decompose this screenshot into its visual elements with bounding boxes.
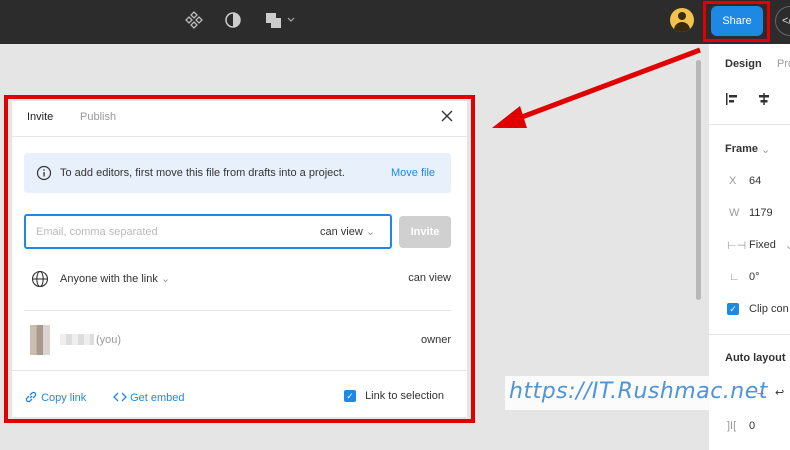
invite-permission-select[interactable]: can view ⌄ xyxy=(320,225,375,238)
link-to-selection-label: Link to selection xyxy=(365,390,444,402)
tab-publish[interactable]: Publish xyxy=(80,111,116,123)
spacing-icon: ]I[ xyxy=(727,420,737,432)
contrast-icon[interactable] xyxy=(223,10,243,35)
rotation-value[interactable]: 0° xyxy=(749,271,760,283)
watermark-text: https://IT.Rushmac.net xyxy=(509,379,768,404)
frame-label[interactable]: Frame xyxy=(725,143,758,155)
w-label: W xyxy=(729,207,740,219)
align-left-icon[interactable] xyxy=(725,92,739,109)
link-icon xyxy=(24,391,41,404)
panel-divider xyxy=(709,124,790,125)
link-to-selection-toggle[interactable]: ✓ Link to selection xyxy=(344,390,444,403)
chevron-down-icon[interactable]: ⌄ xyxy=(761,143,770,156)
info-text: To add editors, first move this file fro… xyxy=(60,167,345,179)
arrow-head xyxy=(492,106,527,128)
align-center-icon[interactable] xyxy=(757,92,771,109)
x-label: X xyxy=(729,175,737,187)
member-row: (you) owner xyxy=(24,325,451,355)
avatar-head xyxy=(678,12,686,20)
auto-layout-label: Auto layout xyxy=(725,352,786,364)
get-embed-label: Get embed xyxy=(130,392,185,404)
globe-icon xyxy=(31,270,49,291)
chevron-down-icon: ⌄ xyxy=(160,273,171,285)
code-icon[interactable]: </ xyxy=(775,6,790,36)
clip-content-checkbox[interactable]: ✓ xyxy=(727,303,739,316)
invite-permission-label: can view xyxy=(320,226,363,238)
avatar-body xyxy=(674,22,690,32)
move-file-link[interactable]: Move file xyxy=(391,167,435,179)
tab-invite[interactable]: Invite xyxy=(27,111,53,123)
dialog-tabs: Invite Publish xyxy=(12,101,467,137)
x-value[interactable]: 64 xyxy=(749,175,761,187)
info-banner: To add editors, first move this file fro… xyxy=(24,153,451,193)
link-access-select[interactable]: Anyone with the link ⌄ xyxy=(60,272,170,285)
w-value[interactable]: 1179 xyxy=(749,207,773,219)
info-icon xyxy=(36,165,52,184)
spacing-value[interactable]: 0 xyxy=(749,420,755,432)
check-icon: ✓ xyxy=(344,390,356,403)
top-toolbar: Share </ xyxy=(0,0,790,44)
avatar-icon[interactable] xyxy=(670,8,694,32)
clip-content-label: Clip con xyxy=(749,303,789,315)
code-brackets-icon xyxy=(113,392,130,404)
get-embed-button[interactable]: Get embed xyxy=(113,390,184,404)
email-field-wrapper: can view ⌄ xyxy=(24,214,392,249)
copy-link-button[interactable]: Copy link xyxy=(24,390,86,404)
link-access-row: Anyone with the link ⌄ can view xyxy=(24,267,451,291)
watermark: https://IT.Rushmac.net xyxy=(505,376,767,410)
arrow-shaft xyxy=(513,47,701,123)
constraint-icon: ⊢⊣ xyxy=(727,240,747,252)
chevron-down-icon: ⌄ xyxy=(365,226,376,238)
boolean-icon[interactable] xyxy=(264,10,298,35)
avatar xyxy=(30,325,50,355)
panel-divider xyxy=(709,334,790,335)
copy-link-label: Copy link xyxy=(41,392,87,404)
tab-prototype[interactable]: Pro xyxy=(777,58,790,70)
canvas-scrollbar[interactable] xyxy=(696,60,701,300)
components-icon[interactable] xyxy=(184,10,204,35)
chevron-down-icon[interactable]: ⌄ xyxy=(785,239,790,252)
member-you-label: (you) xyxy=(96,334,122,346)
email-input[interactable] xyxy=(36,224,296,240)
check-icon: ✓ xyxy=(727,303,739,316)
rotation-icon: ∟ xyxy=(729,271,740,283)
constraint-select[interactable]: Fixed xyxy=(749,239,776,251)
dialog-footer: Copy link Get embed ✓ Link to selection xyxy=(12,370,467,417)
close-icon[interactable] xyxy=(440,109,454,123)
dialog-divider xyxy=(24,310,451,311)
invite-button[interactable]: Invite xyxy=(399,216,451,248)
share-dialog: Invite Publish To add editors, first mov… xyxy=(12,101,467,417)
tab-design[interactable]: Design xyxy=(725,58,762,70)
link-permission-select[interactable]: can view xyxy=(408,272,451,284)
link-access-label: Anyone with the link xyxy=(60,273,158,285)
wrap-icon[interactable]: ↩ xyxy=(775,386,784,399)
member-name-blurred xyxy=(60,334,94,345)
member-role: owner xyxy=(421,334,451,346)
share-highlight-box xyxy=(703,1,770,42)
